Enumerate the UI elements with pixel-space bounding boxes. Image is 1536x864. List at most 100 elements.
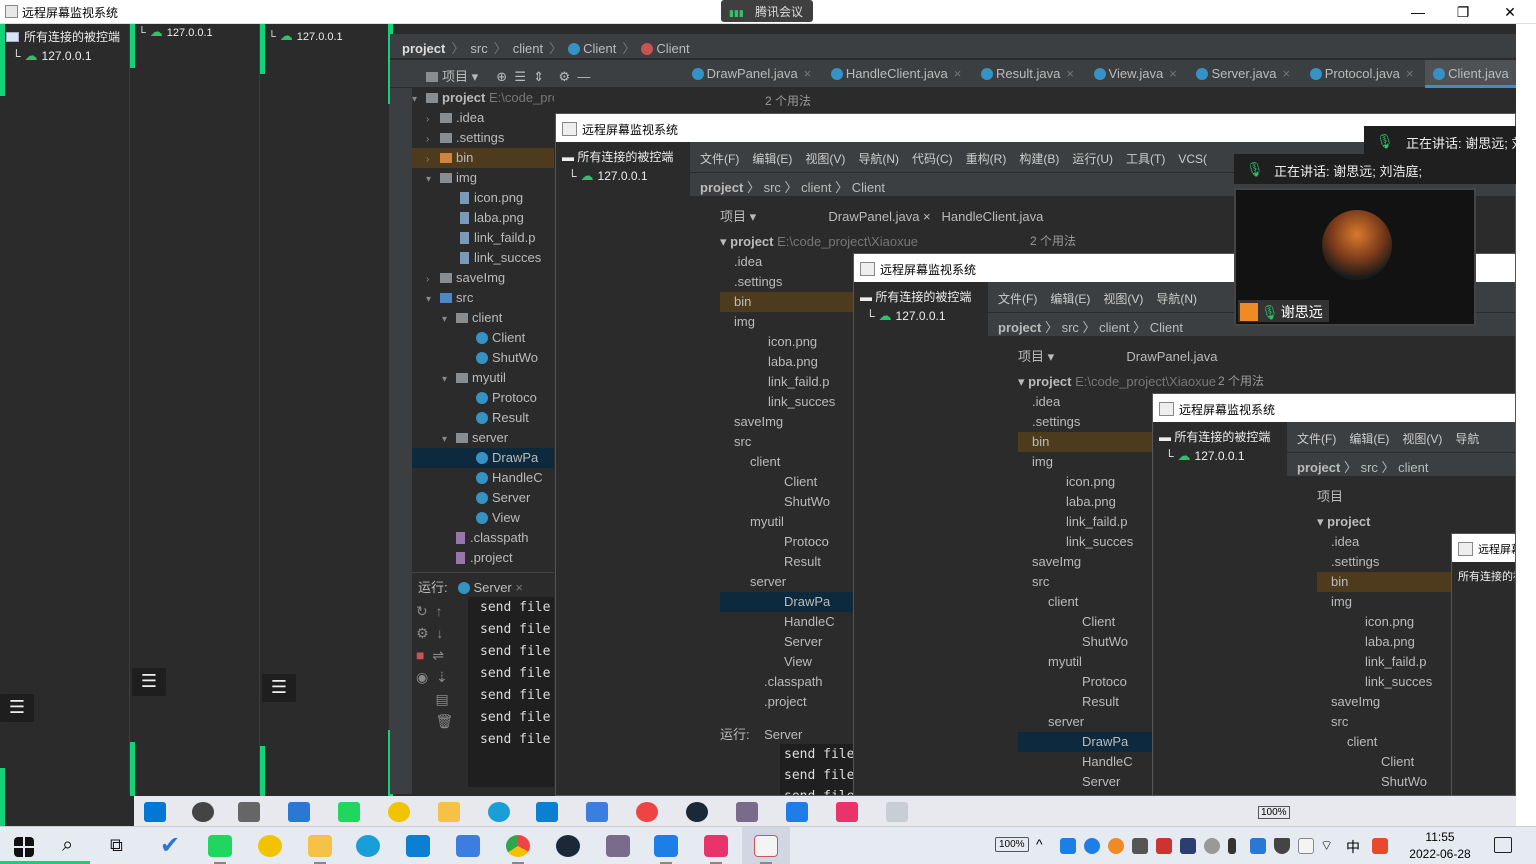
crumb-project[interactable]: project	[402, 41, 445, 56]
tree-saveimg[interactable]: › saveImg	[412, 268, 554, 288]
menu-item[interactable]: 文件(F)	[700, 152, 739, 166]
menu-item[interactable]: 工具(T)	[1126, 152, 1165, 166]
taskbar-vscode[interactable]	[394, 827, 442, 864]
tab-protocol[interactable]: Protocol.java ×	[1302, 60, 1422, 88]
tree-client-pkg[interactable]: ▾ client	[412, 308, 554, 328]
shield-icon[interactable]	[1274, 838, 1290, 854]
taskbar-todo[interactable]: ✔	[148, 827, 196, 864]
tree-settings[interactable]: › .settings	[412, 128, 554, 148]
minimize-button[interactable]: —	[1398, 2, 1438, 22]
menu-item[interactable]: 视图(V)	[805, 152, 845, 166]
tray-app-icon[interactable]	[1156, 838, 1172, 854]
tray-app-icon[interactable]	[1108, 838, 1124, 854]
taskbar-java[interactable]	[742, 827, 790, 864]
crumb-client[interactable]: client	[513, 41, 543, 56]
taskbar-edge[interactable]	[344, 827, 392, 864]
menu-button[interactable]: ☰	[132, 668, 166, 696]
tree-view[interactable]: View	[412, 508, 554, 528]
taskbar-meeting[interactable]	[642, 827, 690, 864]
tree-protocol[interactable]: Protoco	[412, 388, 554, 408]
menu-item[interactable]: 编辑(E)	[1050, 292, 1090, 306]
task-view-button[interactable]: ⧉	[96, 827, 144, 864]
display-icon[interactable]	[1298, 838, 1314, 854]
close-icon[interactable]: ×	[804, 66, 812, 81]
close-icon[interactable]: ×	[1169, 66, 1177, 81]
notification-icon[interactable]	[1494, 837, 1512, 853]
delete-icon[interactable]: 🗑	[416, 713, 464, 735]
tab-drawpanel[interactable]: DrawPanel.java ×	[684, 60, 820, 88]
tray-app-icon[interactable]	[1204, 838, 1220, 854]
crumb-class[interactable]: Client	[583, 41, 616, 56]
close-icon[interactable]: ×	[1406, 66, 1414, 81]
close-icon[interactable]: ×	[1066, 66, 1074, 81]
tree-drawpanel[interactable]: DrawPa	[412, 448, 554, 468]
show-hidden-icons[interactable]: ^	[1036, 836, 1043, 864]
menu-item[interactable]: 视图(V)	[1402, 432, 1442, 446]
maximize-button[interactable]: ❐	[1443, 2, 1483, 22]
menu-item[interactable]: 编辑(E)	[1349, 432, 1389, 446]
tree-server-pkg[interactable]: ▾ server	[412, 428, 554, 448]
tab-client[interactable]: Client.java×	[1425, 60, 1531, 88]
tray-app-icon[interactable]	[1132, 838, 1148, 854]
close-icon[interactable]: ×	[1283, 66, 1291, 81]
tree-shutwo[interactable]: ShutWo	[412, 348, 554, 368]
taskbar-intellij[interactable]	[692, 827, 740, 864]
tree-link-success[interactable]: link_succes	[412, 248, 554, 268]
tree-project[interactable]: ▾project E:\code_project\Xiaoxue	[412, 88, 554, 108]
tray-app-icon[interactable]	[1060, 838, 1076, 854]
print-icon[interactable]: ▤	[416, 691, 464, 713]
close-button[interactable]: ✕	[1490, 2, 1530, 22]
tree-server-class[interactable]: Server	[412, 488, 554, 508]
tab-handleclient[interactable]: HandleClient.java ×	[823, 60, 970, 88]
tree-laba-png[interactable]: laba.png	[412, 208, 554, 228]
tree-client-class[interactable]: Client	[412, 328, 554, 348]
menu-item[interactable]: 视图(V)	[1103, 292, 1143, 306]
battery-indicator[interactable]: 100%	[995, 837, 1029, 852]
clock[interactable]: 11:55 2022-06-28	[1400, 829, 1480, 863]
tree-icon-png[interactable]: icon.png	[412, 188, 554, 208]
menu-item[interactable]: 导航(N)	[858, 152, 899, 166]
menu-button[interactable]: ☰	[262, 674, 296, 702]
crumb-member[interactable]: Client	[656, 41, 689, 56]
run-config[interactable]: Server	[473, 580, 511, 595]
tree-link-faild[interactable]: link_faild.p	[412, 228, 554, 248]
menu-item[interactable]: 文件(F)	[998, 292, 1037, 306]
taskbar-steam[interactable]	[544, 827, 592, 864]
tray-app-icon[interactable]	[1084, 838, 1100, 854]
crumb-src[interactable]: src	[470, 41, 487, 56]
menu-item[interactable]: 构建(B)	[1019, 152, 1059, 166]
tree-img[interactable]: ▾ img	[412, 168, 554, 188]
rerun-icon[interactable]: ↻ ↑	[416, 603, 464, 625]
sogou-icon[interactable]	[1372, 838, 1388, 854]
project-panel-header[interactable]: 项目 ▾ ⊕ ☰ ⇕ ⚙ —	[412, 60, 662, 88]
taskbar-file-explorer[interactable]	[296, 827, 344, 864]
tab-view[interactable]: View.java ×	[1086, 60, 1185, 88]
wrench-icon[interactable]: ⚙ ↓	[416, 625, 464, 647]
tree-dotproject[interactable]: .project	[412, 548, 554, 568]
menu-item[interactable]: VCS(	[1178, 152, 1207, 166]
tree-result[interactable]: Result	[412, 408, 554, 428]
stop-icon[interactable]: ■ ⇌	[416, 647, 464, 669]
taskbar-app[interactable]	[246, 827, 294, 864]
camera-icon[interactable]: ◉ ⇣	[416, 669, 464, 691]
menu-item[interactable]: 导航	[1455, 432, 1479, 446]
tab-result[interactable]: Result.java ×	[973, 60, 1082, 88]
menu-item[interactable]: 重构(R)	[966, 152, 1007, 166]
tray-app-icon[interactable]	[1180, 838, 1196, 854]
tree-handleclient[interactable]: HandleC	[412, 468, 554, 488]
taskbar-app-w[interactable]	[444, 827, 492, 864]
taskbar-pycharm[interactable]	[196, 827, 244, 864]
tree-bin[interactable]: › bin	[412, 148, 554, 168]
microphone-icon[interactable]	[1228, 838, 1236, 854]
menu-item[interactable]: 运行(U)	[1072, 152, 1113, 166]
input-method-indicator[interactable]: 中	[1346, 837, 1360, 857]
menu-item[interactable]: 编辑(E)	[752, 152, 792, 166]
tree-classpath[interactable]: .classpath	[412, 528, 554, 548]
taskbar-app-anime[interactable]	[594, 827, 642, 864]
tree-root[interactable]: 所有连接的被控端	[6, 28, 120, 45]
tree-idea[interactable]: › .idea	[412, 108, 554, 128]
menu-button[interactable]: ☰	[0, 694, 34, 722]
taskbar-chrome[interactable]	[494, 827, 542, 864]
tree-myutil[interactable]: ▾ myutil	[412, 368, 554, 388]
meeting-indicator[interactable]: ▮▮▮ 腾讯会议	[721, 0, 813, 22]
